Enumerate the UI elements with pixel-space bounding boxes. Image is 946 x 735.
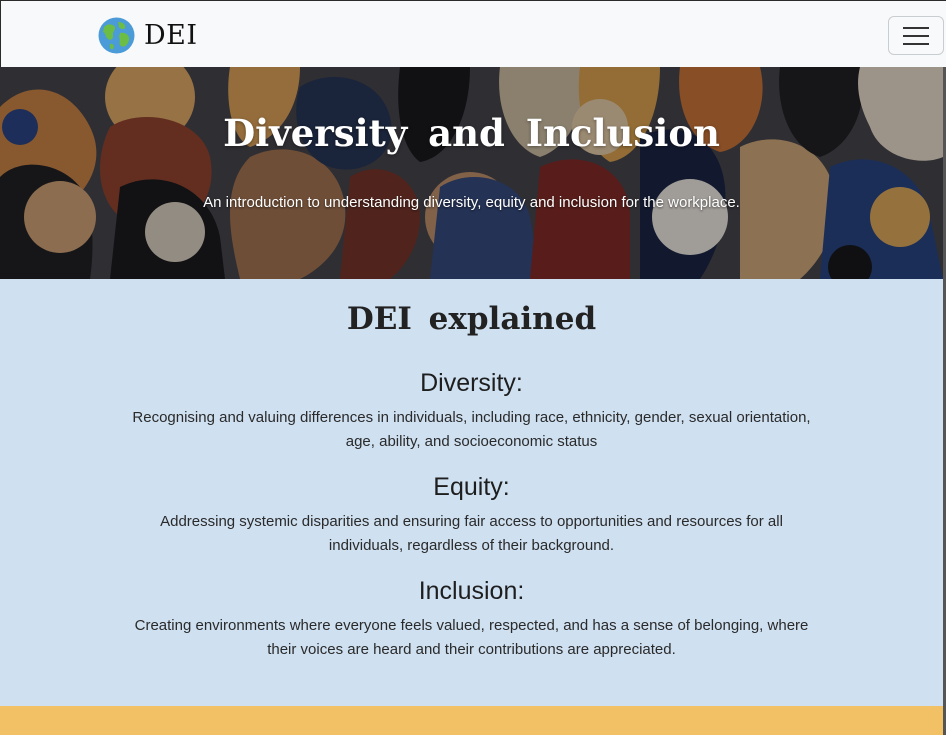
section-title: DEI explained bbox=[346, 301, 597, 337]
brand-text: DEI bbox=[144, 19, 198, 51]
term-text-inclusion: Creating environments where everyone fee… bbox=[134, 617, 809, 658]
term-heading-equity: Equity: bbox=[433, 473, 510, 501]
hero-overlay bbox=[0, 67, 943, 279]
hero-title: Diversity and Inclusion bbox=[223, 111, 720, 155]
term-text-equity: Addressing systemic disparities and ensu… bbox=[160, 513, 783, 554]
next-section-band bbox=[0, 706, 943, 735]
term-equity: Equity: Addressing systemic disparities … bbox=[0, 473, 943, 558]
term-heading-inclusion: Inclusion: bbox=[418, 577, 525, 605]
hamburger-menu-icon bbox=[903, 26, 929, 46]
term-text-diversity: Recognising and valuing differences in i… bbox=[132, 409, 811, 450]
navbar: DEI bbox=[0, 0, 946, 67]
brand-link[interactable]: DEI bbox=[98, 16, 198, 54]
term-diversity: Diversity: Recognising and valuing diffe… bbox=[0, 369, 943, 454]
hero-banner: Diversity and Inclusion An introduction … bbox=[0, 67, 943, 279]
term-inclusion: Inclusion: Creating environments where e… bbox=[0, 577, 943, 662]
term-heading-diversity: Diversity: bbox=[420, 369, 523, 397]
globe-icon bbox=[98, 17, 135, 54]
menu-toggle-button[interactable] bbox=[888, 16, 944, 55]
hero-subtitle: An introduction to understanding diversi… bbox=[203, 194, 740, 211]
dei-explained-section: DEI explained Diversity: Recognising and… bbox=[0, 279, 943, 706]
